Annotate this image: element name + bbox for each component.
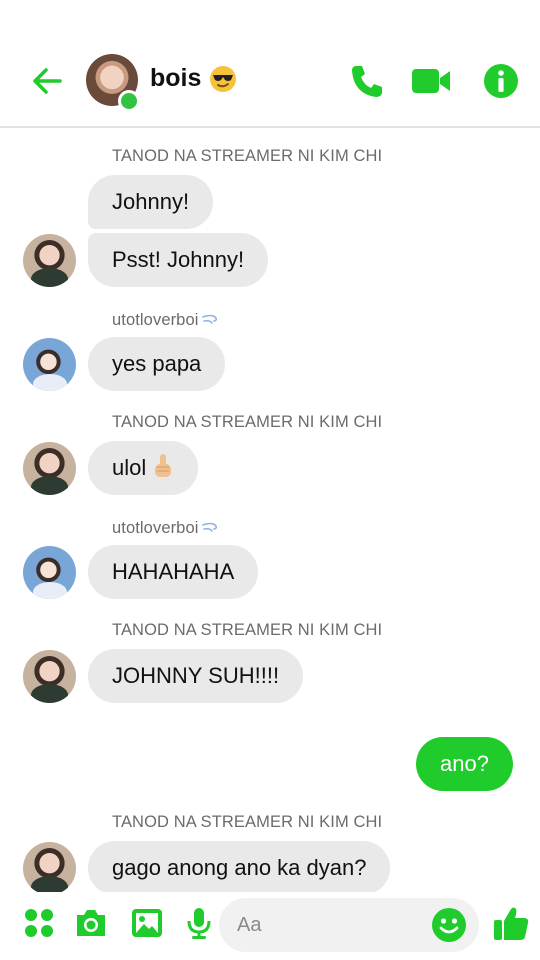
emoji-smile-icon[interactable] xyxy=(431,907,467,943)
message-bubble[interactable]: ulol xyxy=(88,441,199,495)
message-sender-name: utotloverboi xyxy=(112,311,199,329)
microphone-icon[interactable] xyxy=(182,906,216,940)
message-sender: TANOD NA STREAMER NI KIM CHI xyxy=(112,147,383,165)
phone-icon[interactable] xyxy=(348,62,386,100)
info-icon[interactable] xyxy=(482,62,520,100)
sender-avatar[interactable] xyxy=(23,442,76,495)
sender-avatar[interactable] xyxy=(23,338,76,391)
gallery-icon[interactable] xyxy=(130,906,164,940)
message-bubble[interactable]: HAHAHAHA xyxy=(88,545,259,599)
message-bubble[interactable]: gago anong ano ka dyan? xyxy=(88,841,391,895)
message-sender: utotloverboi xyxy=(112,519,219,538)
sunglasses-emoji-icon xyxy=(210,65,237,92)
message-bubble[interactable]: Johnny! xyxy=(88,175,214,229)
video-camera-icon[interactable] xyxy=(410,62,452,100)
thumbs-up-icon[interactable] xyxy=(492,904,530,942)
message-bubble[interactable]: Psst! Johnny! xyxy=(88,233,269,287)
apps-grid-icon[interactable] xyxy=(22,906,56,940)
sender-avatar[interactable] xyxy=(23,546,76,599)
conversation-title[interactable]: bois xyxy=(150,64,237,93)
camera-icon[interactable] xyxy=(74,906,108,940)
message-input[interactable] xyxy=(219,898,419,952)
message-text: ulol xyxy=(112,455,147,480)
composer-bar xyxy=(0,892,540,960)
conversation-title-text: bois xyxy=(150,64,202,92)
message-sender: TANOD NA STREAMER NI KIM CHI xyxy=(112,621,383,639)
sender-avatar[interactable] xyxy=(23,234,76,287)
sender-avatar[interactable] xyxy=(23,842,76,895)
message-composer[interactable] xyxy=(219,898,479,952)
message-sender-name: utotloverboi xyxy=(112,519,199,537)
wind-emoji-icon xyxy=(201,522,217,532)
message-sender: TANOD NA STREAMER NI KIM CHI xyxy=(112,413,383,431)
message-bubble[interactable]: JOHNNY SUH!!!! xyxy=(88,649,304,703)
message-bubble[interactable]: yes papa xyxy=(88,337,226,391)
online-status-dot xyxy=(118,90,140,112)
message-sender: utotloverboi xyxy=(112,311,219,330)
message-sender: TANOD NA STREAMER NI KIM CHI xyxy=(112,813,383,831)
sender-avatar[interactable] xyxy=(23,650,76,703)
back-arrow-icon[interactable] xyxy=(28,62,66,100)
conversation-header: bois xyxy=(0,0,540,128)
wind-emoji-icon xyxy=(201,314,217,324)
middle-finger-emoji-icon xyxy=(155,454,172,477)
my-message-bubble[interactable]: ano? xyxy=(416,737,513,791)
